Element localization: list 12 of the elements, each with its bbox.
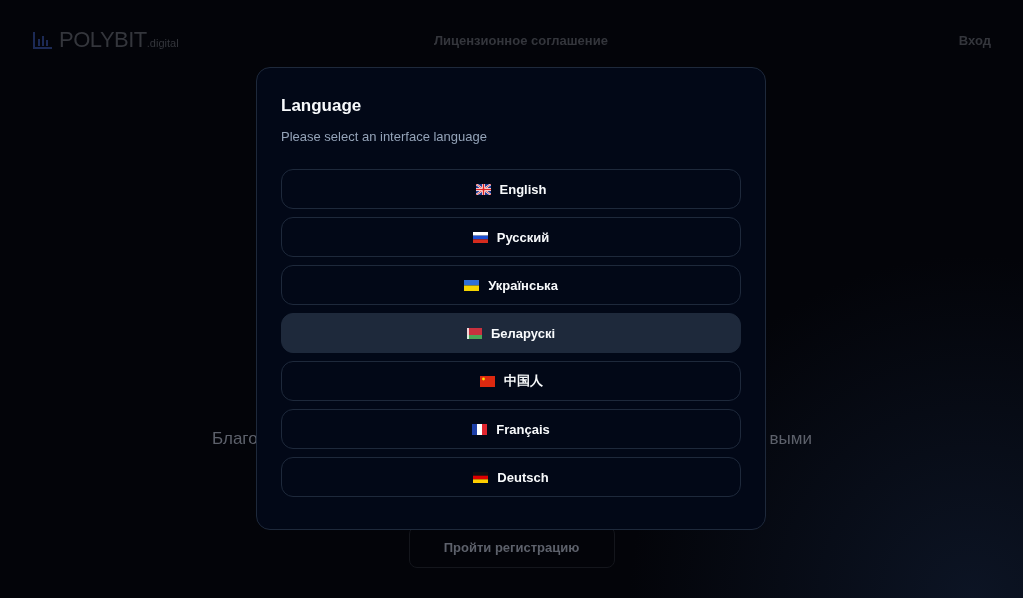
language-option[interactable]: English [281,169,741,209]
dialog-title: Language [281,96,363,116]
language-option[interactable]: Українська [281,265,741,305]
language-option[interactable]: Français [281,409,741,449]
hero-text: выми [769,429,812,449]
language-option[interactable]: Deutsch [281,457,741,497]
language-option[interactable]: 中国人 [281,361,741,401]
chart-icon [33,31,53,49]
hero-text: Благо [212,429,258,449]
language-option[interactable]: Русский [281,217,741,257]
language-option[interactable]: Беларускі [281,313,741,353]
dialog-subtitle: Please select an interface language [281,129,488,144]
